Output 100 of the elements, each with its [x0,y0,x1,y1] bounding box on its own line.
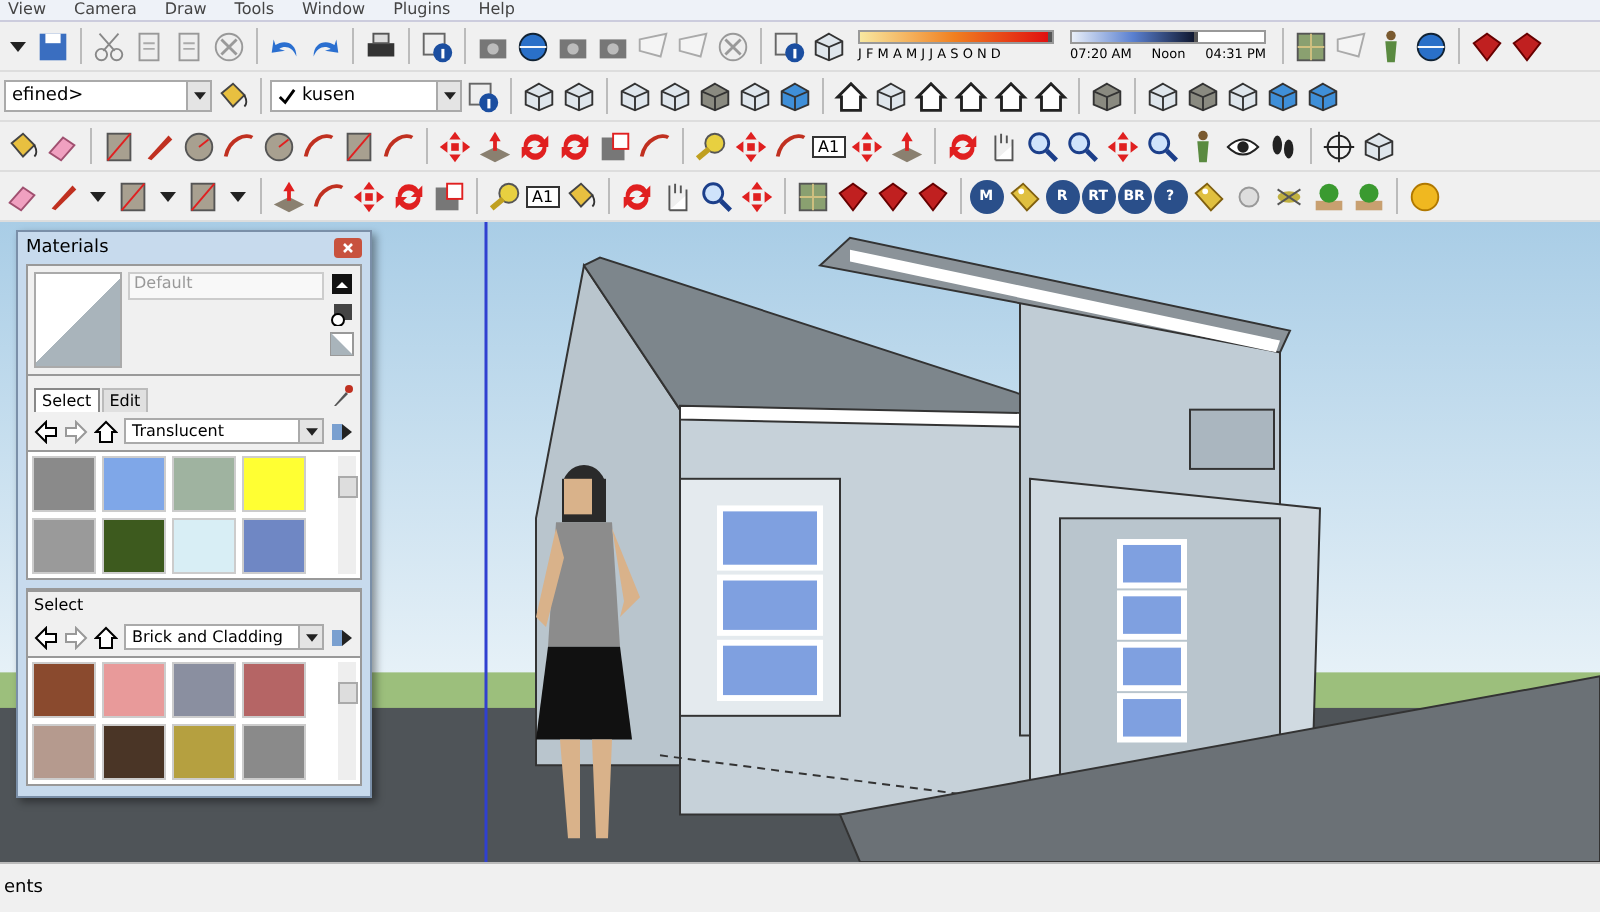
magnifier-icon[interactable] [1063,127,1102,165]
info-icon[interactable] [418,27,456,65]
cube-icon[interactable] [616,77,654,115]
menu-item[interactable]: Draw [164,0,207,20]
gem-icon[interactable] [833,177,872,215]
tape-measure-icon[interactable] [486,177,524,215]
cube-icon[interactable] [1359,127,1398,165]
cube-icon[interactable] [520,77,558,115]
eyedropper-icon[interactable] [330,384,354,408]
tag-icon[interactable] [1189,177,1228,215]
scroll-bar[interactable] [338,456,356,574]
globe-icon[interactable] [514,27,552,65]
house-icon[interactable] [992,77,1030,115]
tag-icon[interactable] [1005,177,1044,215]
magnifier-icon[interactable] [1143,127,1182,165]
caret-icon[interactable] [90,191,106,201]
time-slider[interactable] [1070,30,1266,44]
caret-icon[interactable] [305,633,317,641]
scroll-bar[interactable] [338,662,356,780]
info-icon[interactable] [770,27,808,65]
move-icon[interactable] [732,127,770,165]
tape-measure-icon[interactable] [692,127,730,165]
cube-icon[interactable] [1088,77,1126,115]
text-tool-button[interactable]: A1 [812,135,846,157]
details-arrow-icon[interactable] [330,419,354,443]
cube-icon[interactable] [1264,77,1302,115]
map-icon[interactable] [1292,27,1330,65]
cube-icon[interactable] [656,77,694,115]
caret-icon[interactable] [305,427,317,435]
caret-icon[interactable] [10,41,26,51]
display-toggle-icon[interactable] [330,272,354,296]
house-icon[interactable] [1032,77,1070,115]
cube-icon[interactable] [1304,77,1342,115]
push-pull-icon[interactable] [476,127,514,165]
cube-icon[interactable] [1144,77,1182,115]
cube-icon[interactable] [736,77,774,115]
cube-icon[interactable] [872,77,910,115]
gem-icon[interactable] [913,177,952,215]
house-icon[interactable] [952,77,990,115]
menu-item[interactable]: Plugins [393,0,451,20]
caret-icon[interactable] [230,191,246,201]
material-swatch[interactable] [32,456,96,512]
material-swatch[interactable] [32,724,96,780]
layer-dropdown[interactable]: efined> [4,80,212,112]
scale-icon[interactable] [596,127,634,165]
tab[interactable]: Edit [101,388,149,412]
material-swatch[interactable] [172,518,236,574]
collection-dropdown[interactable]: Brick and Cladding [124,624,324,650]
push-pull-icon[interactable] [270,177,308,215]
target-icon[interactable] [1319,127,1358,165]
sphere-icon[interactable] [1405,177,1444,215]
push-pull-icon[interactable] [887,127,926,165]
create-material-icon[interactable] [330,302,354,326]
material-swatch[interactable] [32,518,96,574]
back-arrow-icon[interactable] [34,419,58,443]
back-arrow-icon[interactable] [34,625,58,649]
text-tool-button[interactable]: A1 [526,185,560,207]
scale-icon[interactable] [430,177,468,215]
tab[interactable]: Select [34,388,100,412]
menu-item[interactable]: Window [302,0,366,20]
home-icon[interactable] [94,625,118,649]
material-swatch[interactable] [102,456,166,512]
gem-icon[interactable] [1468,27,1506,65]
close-button[interactable] [334,238,362,258]
material-swatch[interactable] [102,518,166,574]
cube-icon[interactable] [1184,77,1222,115]
menu-item[interactable]: Help [478,0,515,20]
globe-icon[interactable] [1412,27,1450,65]
house-icon[interactable] [832,77,870,115]
map-icon[interactable] [793,177,832,215]
menu-item[interactable]: View [8,0,46,20]
material-swatch[interactable] [172,724,236,780]
home-icon[interactable] [94,419,118,443]
caret-icon[interactable] [443,92,455,100]
info-icon[interactable] [464,77,502,115]
menu-item[interactable]: Tools [234,0,275,20]
move-icon[interactable] [350,177,388,215]
material-swatch[interactable] [242,724,306,780]
material-swatch[interactable] [102,662,166,718]
material-swatch[interactable] [242,518,306,574]
circle-icon[interactable] [180,127,218,165]
cube-icon[interactable] [696,77,734,115]
magnifier-icon[interactable] [1023,127,1062,165]
cube-icon[interactable] [776,77,814,115]
move-icon[interactable] [847,127,886,165]
cube-icon[interactable] [560,77,598,115]
cube-icon[interactable] [1224,77,1262,115]
house-icon[interactable] [912,77,950,115]
menu-item[interactable]: Camera [73,0,137,20]
gem-icon[interactable] [1508,27,1546,65]
magnifier-icon[interactable] [697,177,736,215]
collection-dropdown[interactable]: Translucent [124,418,324,444]
circle-icon[interactable] [260,127,298,165]
material-swatch[interactable] [102,724,166,780]
details-arrow-icon[interactable] [330,625,354,649]
material-swatch[interactable] [172,662,236,718]
cube-icon[interactable] [810,27,848,65]
material-swatch[interactable] [32,662,96,718]
move-icon[interactable] [436,127,474,165]
gem-icon[interactable] [873,177,912,215]
